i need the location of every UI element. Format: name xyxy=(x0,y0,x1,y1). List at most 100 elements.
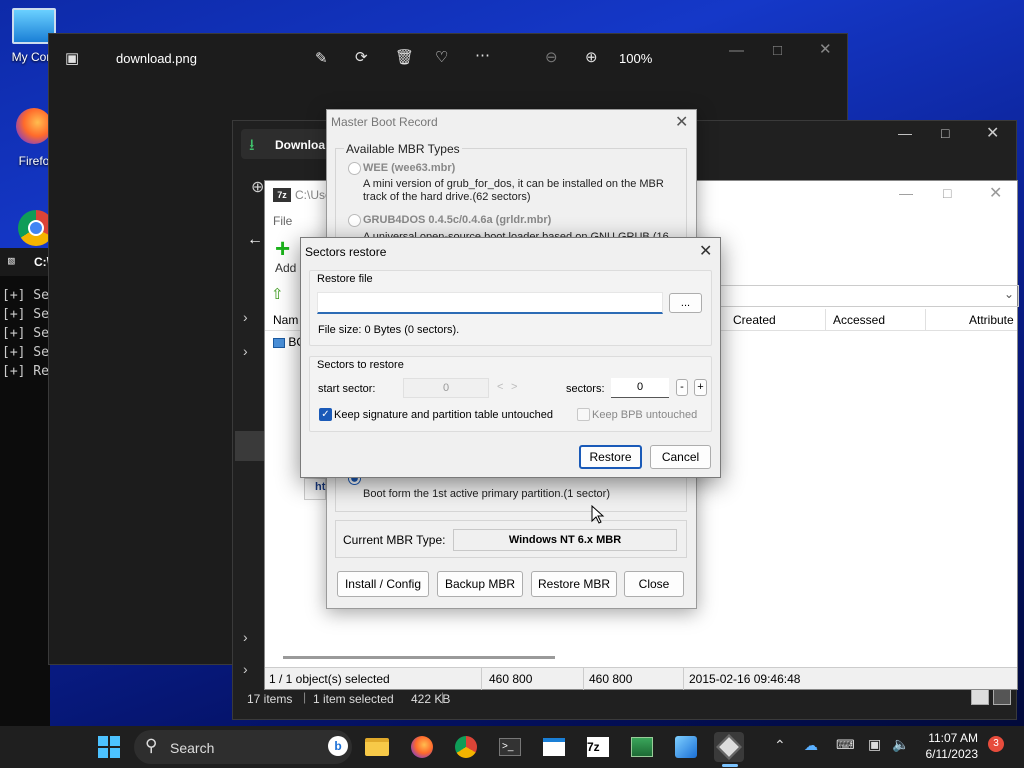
console-window[interactable]: ▧ C:\ [+] Se [+] Se [+] Se [+] Se [+] Re xyxy=(0,248,50,726)
firefox-icon xyxy=(411,736,433,758)
column-accessed[interactable]: Accessed xyxy=(833,313,885,327)
minimize-icon[interactable]: — xyxy=(729,42,744,59)
more-options-icon[interactable]: ⋯ xyxy=(475,46,490,64)
back-arrow-icon[interactable]: ← xyxy=(247,231,263,249)
folder-up-icon[interactable]: ⇧ xyxy=(271,285,284,303)
zoom-level[interactable]: 100% xyxy=(619,51,652,66)
backup-mbr-button[interactable]: Backup MBR xyxy=(437,571,523,597)
favorite-icon[interactable]: ♡ xyxy=(435,48,448,66)
network-icon[interactable]: ▣ xyxy=(868,736,881,753)
chevron-up-icon[interactable]: ⌃ xyxy=(774,737,786,754)
start-sector-next[interactable]: > xyxy=(511,381,517,393)
sectors-increment-button[interactable]: + xyxy=(694,379,707,396)
chevron-right-icon[interactable]: › xyxy=(243,309,248,325)
file-explorer-button[interactable] xyxy=(362,732,392,762)
console-icon: ▧ xyxy=(8,254,15,267)
menu-file[interactable]: File xyxy=(273,214,292,228)
column-created[interactable]: Created xyxy=(733,313,776,327)
close-icon[interactable]: ✕ xyxy=(986,123,999,143)
terminal-taskbar-button[interactable]: >_ xyxy=(495,732,525,762)
download-title: Downloa xyxy=(275,138,325,152)
app3-taskbar-button[interactable] xyxy=(671,732,701,762)
browse-button[interactable]: ... xyxy=(669,293,702,313)
item-count: 17 items xyxy=(247,692,293,706)
maximize-icon[interactable]: □ xyxy=(943,185,951,201)
chevron-right-icon[interactable]: › xyxy=(243,661,248,677)
keyboard-icon[interactable]: ⌨ xyxy=(836,737,855,753)
start-sector-input[interactable]: 0 xyxy=(403,378,489,398)
details-view-icon[interactable] xyxy=(971,689,989,705)
close-button[interactable]: Close xyxy=(624,571,684,597)
add-button[interactable]: + Add xyxy=(275,235,297,275)
edit-image-icon[interactable]: ✎ xyxy=(315,49,328,67)
keep-bpb-checkbox[interactable] xyxy=(577,408,590,421)
console-line: [+] Se xyxy=(2,307,49,322)
notification-badge[interactable]: 3 xyxy=(988,736,1004,752)
sectors-decrement-button[interactable]: - xyxy=(676,379,688,396)
console-line: [+] Se xyxy=(2,326,49,341)
close-icon[interactable]: ✕ xyxy=(675,112,688,132)
app2-taskbar-button[interactable] xyxy=(627,732,657,762)
start-button[interactable] xyxy=(94,732,124,762)
close-icon[interactable]: ✕ xyxy=(699,241,712,261)
sectors-restore-dialog[interactable]: Sectors restore ✕ Restore file ... File … xyxy=(300,237,721,478)
column-name[interactable]: Nam xyxy=(273,313,298,327)
horizontal-scrollbar[interactable] xyxy=(283,656,555,659)
install-config-button[interactable]: Install / Config xyxy=(337,571,429,597)
volume-icon[interactable]: 🔈 xyxy=(892,736,909,753)
chrome-icon xyxy=(455,736,477,758)
taskbar-search-box[interactable]: ⚲ Search b xyxy=(134,730,352,764)
radio-wee[interactable] xyxy=(348,162,361,175)
minimize-icon[interactable]: — xyxy=(899,185,913,201)
onedrive-icon[interactable]: ☁ xyxy=(804,737,818,754)
file-icon xyxy=(273,337,285,348)
rotate-icon[interactable]: ⟳ xyxy=(355,48,368,66)
sevenzip-logo-icon: 7z xyxy=(273,188,291,202)
restore-file-input[interactable] xyxy=(317,292,663,314)
option-wee-title: WEE (wee63.mbr) xyxy=(363,162,456,174)
folder-icon xyxy=(365,738,389,756)
firefox-taskbar-button[interactable] xyxy=(407,732,437,762)
keep-signature-checkbox[interactable]: ✓ xyxy=(319,408,332,421)
delete-icon[interactable]: 🗑 xyxy=(395,48,414,66)
maximize-icon[interactable]: □ xyxy=(773,42,782,59)
new-tab-icon[interactable]: ⊕ xyxy=(251,177,264,197)
minimize-icon[interactable]: — xyxy=(898,125,912,141)
photos-icon xyxy=(675,736,697,758)
start-sector-prev[interactable]: < xyxy=(497,381,503,393)
bing-icon[interactable]: b xyxy=(328,736,348,756)
chevron-right-icon[interactable]: › xyxy=(243,343,248,359)
chevron-right-icon[interactable]: › xyxy=(243,629,248,645)
link-box[interactable]: ht xyxy=(304,478,326,500)
chrome-taskbar-button[interactable] xyxy=(451,732,481,762)
maximize-icon[interactable]: □ xyxy=(941,125,949,141)
sectors-label: sectors: xyxy=(566,383,605,395)
search-placeholder: Search xyxy=(170,740,215,756)
sectors-count-input[interactable]: 0 xyxy=(611,378,669,398)
radio-grub4dos[interactable] xyxy=(348,214,361,227)
link-fragment[interactable]: ht xyxy=(315,481,325,493)
download-tab[interactable]: ⭳ Downloa xyxy=(241,129,333,159)
console-line: [+] Se xyxy=(2,345,49,360)
close-icon[interactable]: ✕ xyxy=(989,183,1002,203)
zoom-in-icon[interactable]: ⊕ xyxy=(585,48,598,66)
status-packed-size: 460 800 xyxy=(589,672,633,686)
photos-filename: download.png xyxy=(116,51,197,66)
tiles-view-icon[interactable] xyxy=(993,689,1011,705)
restore-button[interactable]: Restore xyxy=(579,445,642,469)
sevenzip-taskbar-button[interactable]: 7z xyxy=(583,732,613,762)
disk-tool-icon xyxy=(716,734,742,760)
column-attributes[interactable]: Attribute xyxy=(969,313,1014,327)
restore-mbr-button[interactable]: Restore MBR xyxy=(531,571,617,597)
clock[interactable]: 11:07 AM 6/11/2023 xyxy=(918,730,979,762)
cancel-button[interactable]: Cancel xyxy=(650,445,711,469)
keep-bpb-label: Keep BPB untouched xyxy=(592,409,698,421)
sidebar-selected-item[interactable] xyxy=(235,431,265,461)
add-label: Add xyxy=(275,261,297,275)
chevron-down-icon[interactable]: ⌄ xyxy=(1004,287,1014,301)
zoom-out-icon[interactable]: ⊖ xyxy=(545,48,558,66)
bootice-taskbar-button[interactable] xyxy=(714,732,744,762)
close-icon[interactable]: ✕ xyxy=(819,40,832,58)
app-taskbar-button[interactable] xyxy=(539,732,569,762)
start-sector-label: start sector: xyxy=(318,383,376,395)
